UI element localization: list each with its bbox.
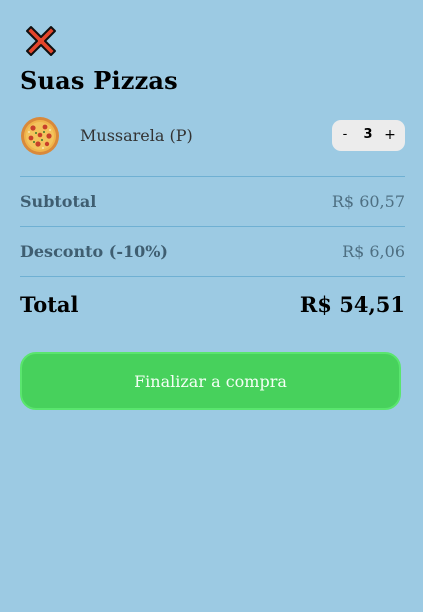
- quantity-value: 3: [363, 127, 373, 142]
- subtotal-label: Subtotal: [20, 192, 97, 211]
- divider: [20, 176, 405, 177]
- subtotal-value: R$ 60,57: [331, 192, 405, 211]
- page-title: Suas Pizzas: [20, 66, 178, 95]
- total-row: Total R$ 54,51: [20, 292, 405, 317]
- divider: [20, 276, 405, 277]
- discount-value: R$ 6,06: [342, 242, 405, 261]
- quantity-stepper: - 3 +: [332, 120, 405, 151]
- increment-button[interactable]: +: [380, 120, 400, 151]
- decrement-button[interactable]: -: [335, 120, 355, 151]
- cart-item: Mussarela (P) - 3 +: [20, 116, 405, 156]
- close-icon[interactable]: [24, 24, 58, 58]
- item-name: Mussarela (P): [80, 126, 193, 145]
- total-value: R$ 54,51: [299, 292, 405, 317]
- total-label: Total: [20, 292, 79, 317]
- pizza-icon: [20, 116, 60, 156]
- divider: [20, 226, 405, 227]
- discount-row: Desconto (-10%) R$ 6,06: [20, 242, 405, 264]
- discount-label: Desconto (-10%): [20, 242, 168, 261]
- checkout-button[interactable]: Finalizar a compra: [20, 352, 401, 410]
- subtotal-row: Subtotal R$ 60,57: [20, 192, 405, 214]
